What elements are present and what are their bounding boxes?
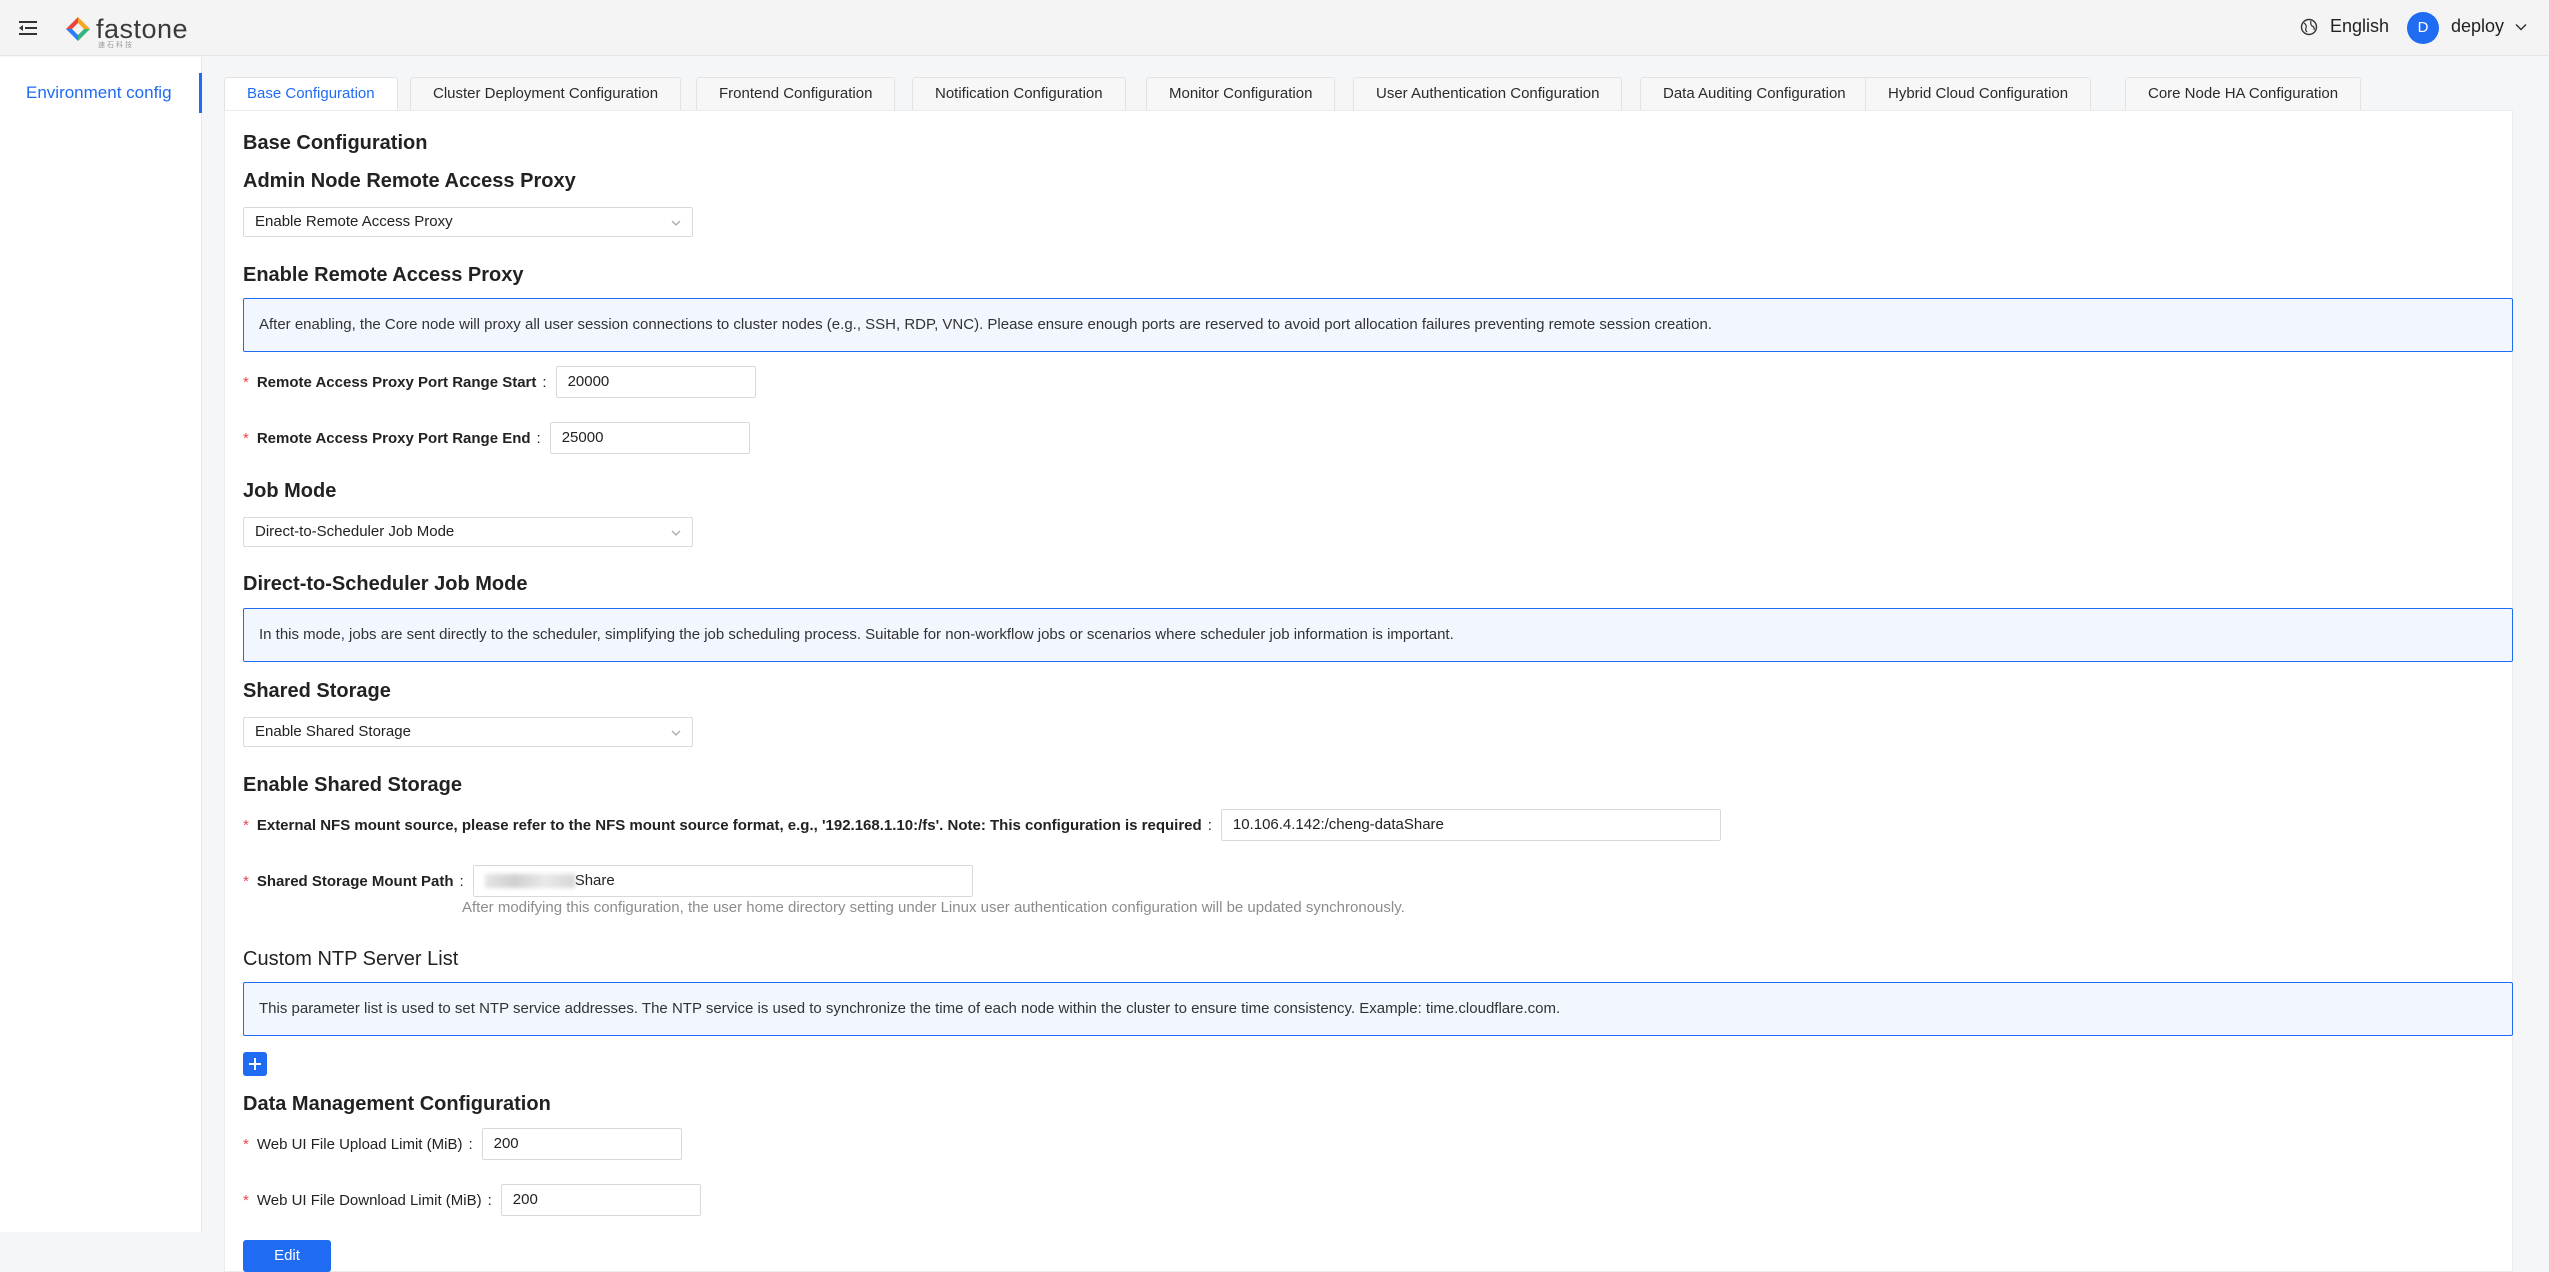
shared-storage-select[interactable]: Enable Shared Storage (243, 717, 693, 747)
job-mode-select-value: Direct-to-Scheduler Job Mode (255, 523, 455, 540)
content-panel (224, 110, 2513, 1272)
add-ntp-server-button[interactable] (243, 1052, 267, 1076)
chevron-down-icon (671, 530, 681, 536)
mount-path-help: After modifying this configuration, the … (462, 899, 1405, 916)
edit-button[interactable]: Edit (243, 1240, 331, 1272)
job-mode-select[interactable]: Direct-to-Scheduler Job Mode (243, 517, 693, 547)
job-mode-info-box: In this mode, jobs are sent directly to … (243, 608, 2513, 662)
user-menu[interactable]: deploy (2451, 16, 2528, 37)
proxy-select[interactable]: Enable Remote Access Proxy (243, 207, 693, 237)
sidebar-item-environment-config[interactable]: Environment config (0, 73, 202, 113)
ntp-title: Custom NTP Server List (243, 948, 459, 970)
proxy-detail-title: Enable Remote Access Proxy (243, 264, 524, 286)
job-mode-title: Job Mode (243, 480, 337, 502)
required-mark: * (243, 872, 249, 890)
tab-notification-configuration[interactable]: Notification Configuration (912, 77, 1126, 111)
job-mode-detail-title: Direct-to-Scheduler Job Mode (243, 573, 528, 595)
menu-fold-icon[interactable] (16, 16, 40, 40)
app-logo[interactable]: fastone 速石科技 (64, 12, 189, 49)
logo-subtext: 速石科技 (98, 42, 134, 49)
nfs-source-row: * External NFS mount source, please refe… (243, 809, 1721, 841)
plus-icon (249, 1058, 261, 1070)
tab-base-configuration[interactable]: Base Configuration (224, 77, 398, 112)
required-mark: * (243, 1135, 249, 1153)
download-limit-row: * Web UI File Download Limit (MiB) : 200 (243, 1184, 701, 1216)
top-bar: fastone 速石科技 English D deploy (0, 0, 2549, 56)
sidebar: Environment config (0, 57, 202, 1232)
config-tabs: Base Configuration Cluster Deployment Co… (224, 77, 2514, 112)
data-management-title: Data Management Configuration (243, 1093, 551, 1115)
port-start-input[interactable]: 20000 (555, 366, 756, 398)
chevron-down-icon (2515, 23, 2527, 31)
mount-path-input[interactable]: Share (472, 865, 973, 897)
port-end-input[interactable]: 25000 (549, 422, 750, 454)
port-end-row: * Remote Access Proxy Port Range End : 2… (243, 422, 750, 454)
tab-user-authentication-configuration[interactable]: User Authentication Configuration (1353, 77, 1623, 111)
required-mark: * (243, 429, 249, 447)
redacted-text (484, 874, 575, 889)
avatar[interactable]: D (2407, 12, 2439, 44)
tab-frontend-configuration[interactable]: Frontend Configuration (696, 77, 896, 111)
tab-core-node-ha-configuration[interactable]: Core Node HA Configuration (2125, 77, 2362, 111)
tab-cluster-deployment-configuration[interactable]: Cluster Deployment Configuration (410, 77, 682, 111)
page-title: Base Configuration (243, 132, 428, 154)
tab-data-auditing-configuration[interactable]: Data Auditing Configuration (1640, 77, 1869, 111)
mount-path-row: * Shared Storage Mount Path : Share (243, 865, 973, 897)
chevron-down-icon (671, 730, 681, 736)
required-mark: * (243, 816, 249, 834)
shared-storage-detail-title: Enable Shared Storage (243, 774, 462, 796)
tab-monitor-configuration[interactable]: Monitor Configuration (1146, 77, 1336, 111)
upload-limit-row: * Web UI File Upload Limit (MiB) : 200 (243, 1128, 682, 1160)
upload-limit-label: Web UI File Upload Limit (MiB) (256, 1135, 463, 1153)
mount-path-label: Shared Storage Mount Path (256, 872, 454, 890)
port-start-row: * Remote Access Proxy Port Range Start :… (243, 366, 756, 398)
chevron-down-icon (671, 220, 681, 226)
proxy-section-title: Admin Node Remote Access Proxy (243, 170, 576, 192)
shared-storage-title: Shared Storage (243, 680, 391, 702)
nfs-source-input[interactable]: 10.106.4.142:/cheng-dataShare (1220, 809, 1721, 841)
fastone-logo-icon (66, 17, 90, 41)
language-switcher[interactable]: English (2300, 16, 2389, 37)
nfs-source-label: External NFS mount source, please refer … (256, 816, 1202, 834)
port-end-label: Remote Access Proxy Port Range End (256, 429, 531, 447)
ntp-info-box: This parameter list is used to set NTP s… (243, 982, 2513, 1036)
shared-storage-select-value: Enable Shared Storage (255, 723, 411, 740)
download-limit-label: Web UI File Download Limit (MiB) (256, 1191, 482, 1209)
mount-path-value: Share (574, 872, 615, 889)
download-limit-input[interactable]: 200 (500, 1184, 701, 1216)
upload-limit-input[interactable]: 200 (481, 1128, 682, 1160)
port-start-label: Remote Access Proxy Port Range Start (256, 373, 537, 391)
globe-icon (2300, 18, 2318, 35)
logo-text: fastone (96, 14, 189, 44)
language-label: English (2330, 16, 2390, 36)
proxy-select-value: Enable Remote Access Proxy (255, 213, 453, 230)
proxy-info-box: After enabling, the Core node will proxy… (243, 298, 2513, 352)
tab-hybrid-cloud-configuration[interactable]: Hybrid Cloud Configuration (1865, 77, 2092, 111)
required-mark: * (243, 1191, 249, 1209)
required-mark: * (243, 373, 249, 391)
user-name: deploy (2451, 16, 2505, 36)
